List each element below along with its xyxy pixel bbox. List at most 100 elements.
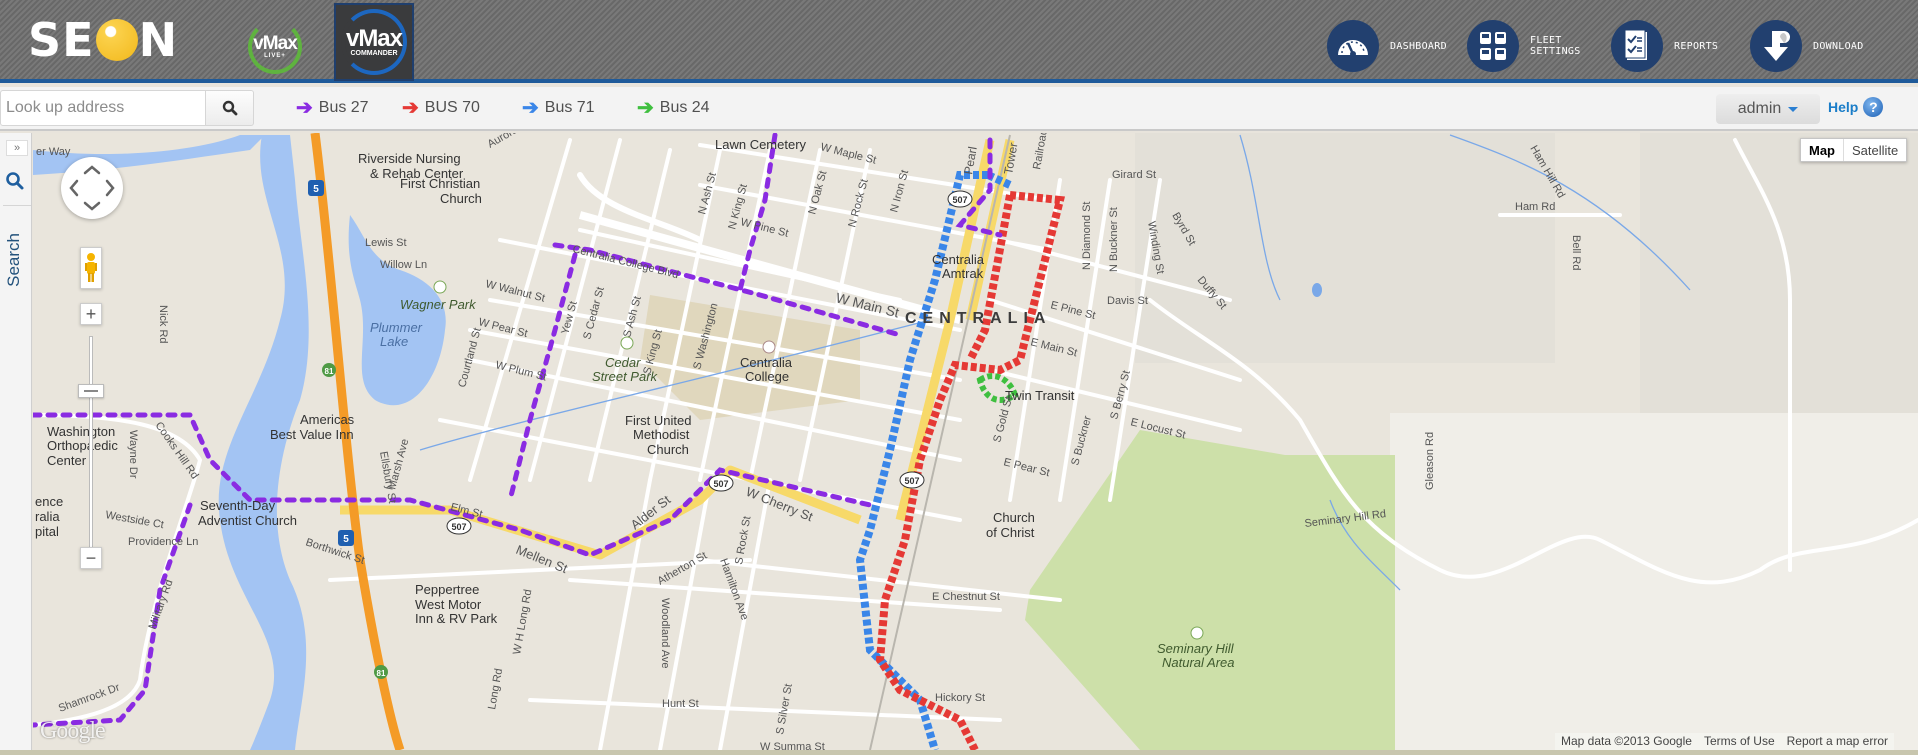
expand-panel-button[interactable]: » xyxy=(6,140,28,156)
seon-logo[interactable]: SE N xyxy=(28,16,178,64)
street-label: W Summa St xyxy=(760,741,825,750)
poi-label: Seventh-Day xyxy=(200,498,276,513)
street-label: E Locust St xyxy=(1129,416,1186,441)
zoom-slider-track[interactable] xyxy=(89,336,93,558)
poi-label: pital xyxy=(35,524,59,539)
street-label: Hamilton Ave xyxy=(717,557,750,622)
street-label: N Rock St xyxy=(846,178,870,229)
street-label: S Silver St xyxy=(774,683,795,736)
bus-legend-item[interactable]: ➔ BUS 70 xyxy=(402,98,480,118)
address-search-field[interactable] xyxy=(0,90,206,126)
street-label: Willow Ln xyxy=(380,259,427,271)
street-label: S Gold St xyxy=(991,395,1015,444)
street-label: S Ash St xyxy=(621,295,644,339)
chevron-down-icon xyxy=(1788,106,1799,112)
street-label: W Plum St xyxy=(494,359,547,383)
report-map-error-link[interactable]: Report a map error xyxy=(1781,733,1894,750)
bus-legend-item[interactable]: ➔ Bus 71 xyxy=(522,97,595,119)
bus-label: Bus 27 xyxy=(318,99,369,116)
terms-of-use-link[interactable]: Terms of Use xyxy=(1698,733,1781,750)
divider xyxy=(3,205,31,206)
street-label: Nick Rd xyxy=(157,305,169,344)
street-label: Mellen St xyxy=(514,542,570,576)
poi-label: First United xyxy=(625,413,691,428)
poi-label: College xyxy=(745,369,789,384)
poi-label: Twin Transit xyxy=(1005,388,1075,403)
street-label: Pearl xyxy=(961,145,980,175)
poi-label: Peppertree xyxy=(415,582,479,597)
bus-label: Bus 24 xyxy=(659,99,710,116)
poi-label: West Motor xyxy=(415,597,482,612)
map-type-map-button[interactable]: Map xyxy=(1801,139,1844,161)
app-switch-vmax-commander[interactable]: vMax COMMANDER xyxy=(334,3,414,81)
checklist-report-icon xyxy=(1611,20,1663,72)
poi-label: Church xyxy=(993,510,1035,525)
help-link[interactable]: Help ? xyxy=(1828,97,1884,117)
town-label: CENTRALIA xyxy=(905,310,1051,327)
street-label: S Cedar St xyxy=(581,286,607,341)
poi-label: Lawn Cemetery xyxy=(715,137,807,152)
park-label: Wagner Park xyxy=(400,297,477,312)
water-label: Lake xyxy=(380,334,408,349)
street-label: Centralia College Blvd xyxy=(571,243,680,281)
street-label: N Iron St xyxy=(888,169,911,214)
search-icon[interactable] xyxy=(5,171,25,196)
street-label: S Berry St xyxy=(1108,369,1133,421)
nav-reports[interactable]: REPORTS xyxy=(1611,20,1718,72)
search-icon xyxy=(222,100,237,116)
zoom-in-button[interactable]: + xyxy=(80,303,102,325)
street-label: Railroad xyxy=(1031,133,1050,171)
poi-label: of Christ xyxy=(986,525,1035,540)
zoom-slider-thumb[interactable] xyxy=(78,384,104,398)
user-menu-button[interactable]: admin xyxy=(1716,94,1820,124)
app-switch-vmax-live[interactable]: vMax LIVE+ xyxy=(248,20,302,74)
help-label: Help xyxy=(1828,99,1859,115)
street-label: W Pine St xyxy=(739,216,789,239)
commander-ring-icon: vMax COMMANDER xyxy=(341,9,407,75)
help-question-icon: ? xyxy=(1863,97,1884,117)
pan-control[interactable] xyxy=(61,157,123,219)
bus-legend-item[interactable]: ➔ Bus 24 xyxy=(637,98,710,118)
download-arrow-icon xyxy=(1750,20,1802,72)
street-label: S Buckner xyxy=(1069,414,1094,466)
brand-text-n: N xyxy=(138,13,179,67)
fleet-buses-icon xyxy=(1467,20,1519,72)
street-label: Yew St xyxy=(559,300,579,336)
address-search-button[interactable] xyxy=(206,90,254,126)
nav-download[interactable]: DOWNLOAD xyxy=(1750,20,1864,72)
poi-label: ralia xyxy=(35,509,60,524)
street-label: Duffy St xyxy=(1195,274,1229,312)
street-label: W Walnut St xyxy=(484,278,546,304)
zoom-out-button[interactable]: − xyxy=(80,547,102,569)
map-type-satellite-button[interactable]: Satellite xyxy=(1844,139,1906,161)
park-label: Natural Area xyxy=(1162,655,1235,670)
google-logo: Google xyxy=(40,718,106,744)
street-label: N Ash St xyxy=(696,171,719,215)
poi-label: Washington xyxy=(47,424,115,439)
address-search-input[interactable] xyxy=(1,91,205,125)
street-label: E Pine St xyxy=(1049,299,1096,322)
bus-legend-item[interactable]: ➔ Bus 27 xyxy=(296,98,369,118)
map-type-control: Map Satellite xyxy=(1800,138,1908,162)
nav-label: DOWNLOAD xyxy=(1813,40,1864,52)
street-label: Long Rd xyxy=(486,667,505,710)
arrow-right-icon: ➔ xyxy=(522,97,539,119)
street-label: W Maple St xyxy=(819,141,877,166)
street-label: Girard St xyxy=(1112,169,1156,181)
street-label: N Diamond St xyxy=(1081,202,1093,270)
poi-label: Orthopaedic xyxy=(47,438,118,453)
park-label: Seminary Hill xyxy=(1157,641,1235,656)
street-label: E Chestnut St xyxy=(932,591,1000,603)
nav-fleet-settings[interactable]: FLEET SETTINGS xyxy=(1467,20,1581,72)
poi-label: Centralia xyxy=(740,355,793,370)
bus-label: Bus 71 xyxy=(544,99,595,116)
poi-label: Methodist xyxy=(633,427,690,442)
search-tab[interactable]: Search xyxy=(4,233,24,287)
nav-label: DASHBOARD xyxy=(1390,40,1447,52)
nav-dashboard[interactable]: DASHBOARD xyxy=(1327,20,1447,72)
street-label: Shamrock Dr xyxy=(57,681,122,714)
map-canvas[interactable]: 5 5 81 81 507 507 507 507 CENTRALIA Rive… xyxy=(33,133,1918,750)
street-view-pegman[interactable] xyxy=(80,247,102,289)
street-label: Borthwick St xyxy=(304,536,366,566)
app-header: SE N vMax LIVE+ vMax COMMANDER DASHBOARD… xyxy=(0,0,1918,83)
